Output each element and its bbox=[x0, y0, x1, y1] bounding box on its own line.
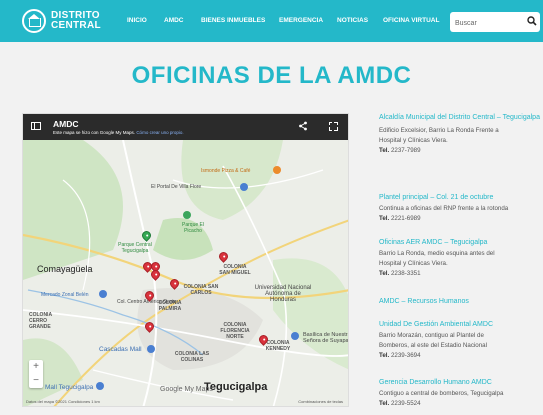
map-label-florencia: COLONIA FLORENCIA NORTE bbox=[220, 322, 250, 340]
zoom-out-button[interactable]: − bbox=[29, 374, 43, 388]
phone-label: Tel. bbox=[379, 215, 390, 222]
map-note-link[interactable]: Cómo crear uno propio. bbox=[136, 130, 183, 135]
map-label-pizza: Ismonde Pizza & Café bbox=[201, 168, 251, 174]
phone-label: Tel. bbox=[379, 400, 390, 407]
office-address: Barrio La Ronda, medio esquina antes del… bbox=[379, 249, 543, 269]
phone-number: 2237-7989 bbox=[390, 147, 421, 154]
office-address-line: Barrio Morazán, contiguo al Plantel de bbox=[379, 332, 484, 339]
city-hall-logo-icon bbox=[22, 9, 46, 33]
map-attribution[interactable]: Datos del mapa ©2021 Condiciones 1 km bbox=[26, 399, 100, 404]
nav-item-bienes-inmuebles[interactable]: BIENES INMUEBLES bbox=[201, 17, 265, 24]
map-label-san-carlos: COLONIA SAN CARLOS bbox=[183, 284, 219, 296]
map-label-unah: Universidad Nacional Autónoma de Hondura… bbox=[254, 285, 312, 303]
map-label-mall-tegucigalpa: Mall Tegucigalpa bbox=[45, 384, 94, 391]
office-address: Edificio Excelsior, Barrio La Ronda Fren… bbox=[379, 126, 543, 146]
phone-number: 2221-6989 bbox=[390, 215, 421, 222]
phone-number: 2238-3351 bbox=[390, 270, 421, 277]
place-poi-icon[interactable] bbox=[240, 183, 248, 191]
top-navbar: DISTRITO CENTRAL INICIO AMDC BIENES INMU… bbox=[0, 0, 543, 42]
map-label-mercado: Mercado Zonal Belén bbox=[41, 292, 89, 298]
zoom-in-button[interactable]: + bbox=[29, 360, 43, 374]
map-note-text: Este mapa se hizo con Google My Maps. bbox=[53, 130, 136, 135]
phone-label: Tel. bbox=[379, 270, 390, 277]
nav-item-emergencia[interactable]: EMERGENCIA bbox=[279, 17, 323, 24]
logo-line2: CENTRAL bbox=[51, 20, 101, 31]
phone-number: 2239-3694 bbox=[390, 352, 421, 359]
office-address-line: Barrio La Ronda, medio esquina antes del bbox=[379, 250, 495, 257]
office-title[interactable]: Plantel principal – Col. 21 de octubre bbox=[379, 193, 543, 203]
office-address: Continua a oficinas del RNP frente a la … bbox=[379, 204, 543, 214]
office-address-line: Hospital y Clínicas Viera. bbox=[379, 260, 448, 267]
office-item: Plantel principal – Col. 21 de octubre C… bbox=[379, 193, 543, 224]
phone-label: Tel. bbox=[379, 147, 390, 154]
nav-item-oficina-virtual[interactable]: OFICINA VIRTUAL bbox=[383, 17, 439, 24]
fullscreen-icon[interactable] bbox=[328, 121, 338, 131]
office-address-line: Hospital y Clínicas Viera. bbox=[379, 137, 448, 144]
google-logo: Google My Maps bbox=[160, 386, 213, 393]
office-title[interactable]: Oficinas AER AMDC – Tegucigalpa bbox=[379, 238, 543, 248]
office-item: Gerencia Desarrollo Humano AMDC Contiguo… bbox=[379, 378, 543, 409]
map-header: AMDC Este mapa se hizo con Google My Map… bbox=[23, 114, 348, 140]
office-address-line: Bomberos, al este del Estadio Nacional bbox=[379, 342, 487, 349]
page-title: OFICINAS DE LA AMDC bbox=[131, 62, 412, 89]
search-input[interactable] bbox=[450, 13, 522, 34]
office-address: Contiguo a central de bomberos, Teguciga… bbox=[379, 389, 543, 399]
logo-text: DISTRITO CENTRAL bbox=[51, 11, 101, 31]
map-label-san-miguel: COLONIA SAN MIGUEL bbox=[219, 264, 251, 276]
map-footer: Datos del mapa ©2021 Condiciones 1 km Co… bbox=[23, 397, 348, 406]
office-phone: Tel. 2239-5524 bbox=[379, 399, 543, 409]
church-poi-icon[interactable] bbox=[291, 332, 299, 340]
embedded-map[interactable]: AMDC Este mapa se hizo con Google My Map… bbox=[22, 113, 349, 407]
office-item: Oficinas AER AMDC – Tegucigalpa Barrio L… bbox=[379, 238, 543, 279]
map-label-las-colinas: COLONIA LAS COLINAS bbox=[174, 351, 210, 363]
keyboard-shortcuts-link[interactable]: Combinaciones de teclas bbox=[298, 397, 343, 406]
map-note: Este mapa se hizo con Google My Maps. Có… bbox=[53, 130, 184, 135]
office-phone: Tel. 2237-7989 bbox=[379, 146, 543, 156]
phone-number: 2239-5524 bbox=[390, 400, 421, 407]
nav-item-noticias[interactable]: NOTICIAS bbox=[337, 17, 368, 24]
office-item: Alcaldía Municipal del Distrito Central … bbox=[379, 113, 543, 156]
search-icon[interactable] bbox=[527, 16, 537, 26]
search-box bbox=[450, 12, 540, 34]
office-title[interactable]: Unidad De Gestión Ambiental AMDC bbox=[379, 320, 543, 330]
nav-item-inicio[interactable]: INICIO bbox=[127, 17, 147, 24]
office-address-line: Edificio Excelsior, Barrio La Ronda Fren… bbox=[379, 127, 499, 134]
mall-poi-icon[interactable] bbox=[96, 382, 104, 390]
map-label-parque-central: Parque Central Tegucigalpa bbox=[118, 242, 152, 254]
restaurant-poi-icon[interactable] bbox=[273, 166, 281, 174]
share-icon[interactable] bbox=[298, 121, 308, 131]
map-label-cerro-grande: COLONIA CERRO GRANDE bbox=[29, 312, 52, 330]
map-legend-toggle-icon[interactable] bbox=[31, 122, 41, 130]
office-address-line: Continua a oficinas del RNP frente a la … bbox=[379, 205, 509, 212]
mall-poi-icon[interactable] bbox=[147, 345, 155, 353]
logo[interactable]: DISTRITO CENTRAL bbox=[22, 9, 101, 33]
office-address-line: Contiguo a central de bomberos, Teguciga… bbox=[379, 390, 504, 397]
phone-label: Tel. bbox=[379, 352, 390, 359]
map-label-portal: El Portal De Villa Flore bbox=[151, 184, 202, 190]
office-phone: Tel. 2238-3351 bbox=[379, 269, 543, 279]
office-address: Barrio Morazán, contiguo al Plantel de B… bbox=[379, 331, 543, 351]
nav-item-amdc[interactable]: AMDC bbox=[164, 17, 184, 24]
office-title[interactable]: AMDC – Recursos Humanos bbox=[379, 297, 543, 307]
map-name: AMDC bbox=[53, 119, 79, 129]
market-poi-icon[interactable] bbox=[99, 290, 107, 298]
zoom-control: + − bbox=[29, 360, 43, 388]
office-phone: Tel. 2221-6989 bbox=[379, 214, 543, 224]
map-label-basilica: Basílica de Nuestra Señora de Suyapa bbox=[303, 332, 349, 344]
office-item: Unidad De Gestión Ambiental AMDC Barrio … bbox=[379, 320, 543, 361]
office-title[interactable]: Gerencia Desarrollo Humano AMDC bbox=[379, 378, 543, 388]
map-label-comayaguela: Comayagüela bbox=[37, 264, 93, 274]
park-poi-icon[interactable] bbox=[183, 211, 191, 219]
office-item: AMDC – Recursos Humanos bbox=[379, 297, 543, 307]
map-label-parque-picacho: Parque El Picacho bbox=[182, 222, 204, 234]
map-label-cascadas: Cascadas Mall bbox=[99, 346, 142, 353]
office-phone: Tel. 2239-3694 bbox=[379, 351, 543, 361]
map-label-tegucigalpa: Tegucigalpa bbox=[204, 381, 268, 393]
office-title[interactable]: Alcaldía Municipal del Distrito Central … bbox=[379, 113, 543, 123]
